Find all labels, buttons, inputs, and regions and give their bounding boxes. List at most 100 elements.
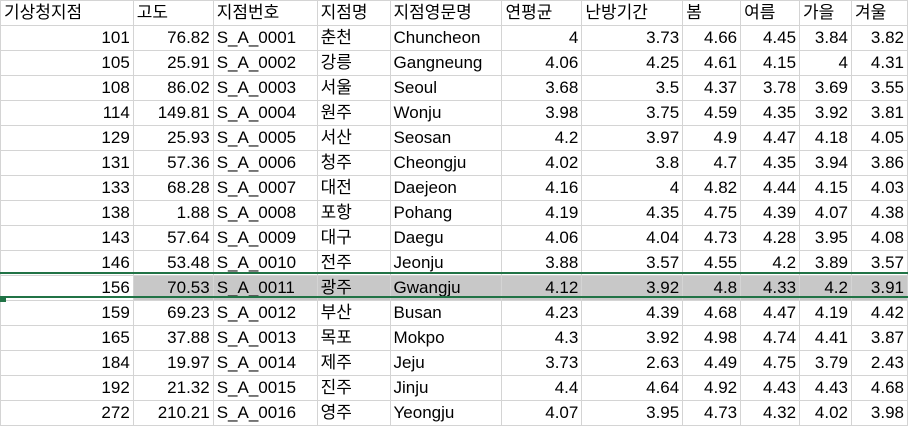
- cell-spring[interactable]: 4.49: [682, 350, 742, 376]
- cell-heating-period[interactable]: 3.75: [581, 100, 684, 126]
- cell-autumn[interactable]: 3.69: [799, 75, 852, 101]
- cell-point-name[interactable]: 서산: [316, 125, 391, 151]
- cell-autumn[interactable]: 4.15: [799, 175, 852, 201]
- cell-annual-mean[interactable]: 3.73: [501, 350, 583, 376]
- cell-annual-mean[interactable]: 4.07: [501, 400, 583, 426]
- cell-annual-mean[interactable]: 4.4: [501, 375, 583, 401]
- cell-english-name[interactable]: Daegu: [389, 225, 503, 251]
- cell-point-number[interactable]: S_A_0005: [212, 125, 318, 151]
- cell-spring[interactable]: 4.61: [682, 50, 742, 76]
- cell-station-id[interactable]: 165: [0, 325, 134, 351]
- cell-winter[interactable]: 3.87: [850, 325, 908, 351]
- cell-station-id[interactable]: 133: [0, 175, 134, 201]
- cell-annual-mean[interactable]: 4.16: [501, 175, 583, 201]
- cell-english-name[interactable]: Cheongju: [389, 150, 503, 176]
- cell-english-name[interactable]: Gangneung: [389, 50, 503, 76]
- cell-point-name[interactable]: 청주: [316, 150, 391, 176]
- header-cell-annual-mean[interactable]: 연평균: [501, 0, 583, 26]
- cell-annual-mean[interactable]: 4.06: [501, 50, 583, 76]
- cell-summer[interactable]: 4.35: [740, 150, 801, 176]
- cell-station-id[interactable]: 138: [0, 200, 134, 226]
- cell-summer[interactable]: 4.35: [740, 100, 801, 126]
- cell-english-name[interactable]: Wonju: [389, 100, 503, 126]
- cell-english-name[interactable]: Jinju: [389, 375, 503, 401]
- cell-point-name[interactable]: 제주: [316, 350, 391, 376]
- cell-point-number[interactable]: S_A_0015: [212, 375, 318, 401]
- cell-heating-period[interactable]: 4.25: [581, 50, 684, 76]
- cell-annual-mean[interactable]: 4.3: [501, 325, 583, 351]
- cell-annual-mean[interactable]: 4.06: [501, 225, 583, 251]
- cell-point-name[interactable]: 원주: [316, 100, 391, 126]
- cell-point-name[interactable]: 춘천: [316, 25, 391, 51]
- cell-altitude[interactable]: 25.93: [132, 125, 214, 151]
- cell-winter[interactable]: 2.43: [850, 350, 908, 376]
- cell-altitude[interactable]: 69.23: [132, 300, 214, 326]
- cell-annual-mean[interactable]: 4.2: [501, 125, 583, 151]
- cell-point-name[interactable]: 목포: [316, 325, 391, 351]
- cell-heating-period[interactable]: 3.95: [581, 400, 684, 426]
- cell-station-id[interactable]: 192: [0, 375, 134, 401]
- cell-summer[interactable]: 4.43: [740, 375, 801, 401]
- cell-point-name[interactable]: 서울: [316, 75, 391, 101]
- cell-point-name[interactable]: 진주: [316, 375, 391, 401]
- cell-english-name[interactable]: Yeongju: [389, 400, 503, 426]
- cell-station-id[interactable]: 129: [0, 125, 134, 151]
- cell-english-name[interactable]: Pohang: [389, 200, 503, 226]
- cell-english-name[interactable]: Daejeon: [389, 175, 503, 201]
- cell-autumn[interactable]: 3.79: [799, 350, 852, 376]
- header-cell-autumn[interactable]: 가을: [799, 0, 852, 26]
- cell-station-id[interactable]: 143: [0, 225, 134, 251]
- cell-station-id[interactable]: 114: [0, 100, 134, 126]
- cell-winter[interactable]: 4.38: [850, 200, 908, 226]
- header-cell-heating-period[interactable]: 난방기간: [581, 0, 684, 26]
- cell-spring[interactable]: 4.66: [682, 25, 742, 51]
- cell-altitude[interactable]: 1.88: [132, 200, 214, 226]
- cell-winter[interactable]: 4.08: [850, 225, 908, 251]
- cell-point-name[interactable]: 포항: [316, 200, 391, 226]
- cell-summer[interactable]: 4.32: [740, 400, 801, 426]
- cell-autumn[interactable]: 4.41: [799, 325, 852, 351]
- cell-english-name[interactable]: Busan: [389, 300, 503, 326]
- header-cell-winter[interactable]: 겨울: [850, 0, 908, 26]
- cell-spring[interactable]: 4.82: [682, 175, 742, 201]
- cell-annual-mean[interactable]: 3.98: [501, 100, 583, 126]
- cell-altitude[interactable]: 210.21: [132, 400, 214, 426]
- header-cell-altitude[interactable]: 고도: [132, 0, 214, 26]
- cell-annual-mean[interactable]: 3.68: [501, 75, 583, 101]
- cell-winter[interactable]: 3.81: [850, 100, 908, 126]
- cell-autumn[interactable]: 4.02: [799, 400, 852, 426]
- cell-spring[interactable]: 4.68: [682, 300, 742, 326]
- cell-summer[interactable]: 4.74: [740, 325, 801, 351]
- cell-altitude[interactable]: 57.36: [132, 150, 214, 176]
- cell-altitude[interactable]: 21.32: [132, 375, 214, 401]
- cell-point-number[interactable]: S_A_0004: [212, 100, 318, 126]
- cell-point-name[interactable]: 부산: [316, 300, 391, 326]
- cell-altitude[interactable]: 25.91: [132, 50, 214, 76]
- cell-annual-mean[interactable]: 4.02: [501, 150, 583, 176]
- cell-heating-period[interactable]: 3.73: [581, 25, 684, 51]
- cell-altitude[interactable]: 149.81: [132, 100, 214, 126]
- header-cell-summer[interactable]: 여름: [740, 0, 801, 26]
- cell-point-name[interactable]: 강릉: [316, 50, 391, 76]
- cell-winter[interactable]: 3.86: [850, 150, 908, 176]
- cell-summer[interactable]: 4.45: [740, 25, 801, 51]
- cell-altitude[interactable]: 37.88: [132, 325, 214, 351]
- cell-winter[interactable]: 4.05: [850, 125, 908, 151]
- cell-point-name[interactable]: 영주: [316, 400, 391, 426]
- cell-spring[interactable]: 4.98: [682, 325, 742, 351]
- cell-english-name[interactable]: Chuncheon: [389, 25, 503, 51]
- header-cell-station-id[interactable]: 기상청지점: [0, 0, 134, 26]
- cell-point-name[interactable]: 대구: [316, 225, 391, 251]
- header-cell-spring[interactable]: 봄: [682, 0, 742, 26]
- cell-altitude[interactable]: 76.82: [132, 25, 214, 51]
- cell-summer[interactable]: 3.78: [740, 75, 801, 101]
- cell-heating-period[interactable]: 4.04: [581, 225, 684, 251]
- cell-summer[interactable]: 4.15: [740, 50, 801, 76]
- cell-heating-period[interactable]: 4.39: [581, 300, 684, 326]
- cell-station-id[interactable]: 159: [0, 300, 134, 326]
- cell-annual-mean[interactable]: 4.23: [501, 300, 583, 326]
- cell-point-number[interactable]: S_A_0002: [212, 50, 318, 76]
- cell-winter[interactable]: 4.03: [850, 175, 908, 201]
- cell-heating-period[interactable]: 4: [581, 175, 684, 201]
- cell-heating-period[interactable]: 4.64: [581, 375, 684, 401]
